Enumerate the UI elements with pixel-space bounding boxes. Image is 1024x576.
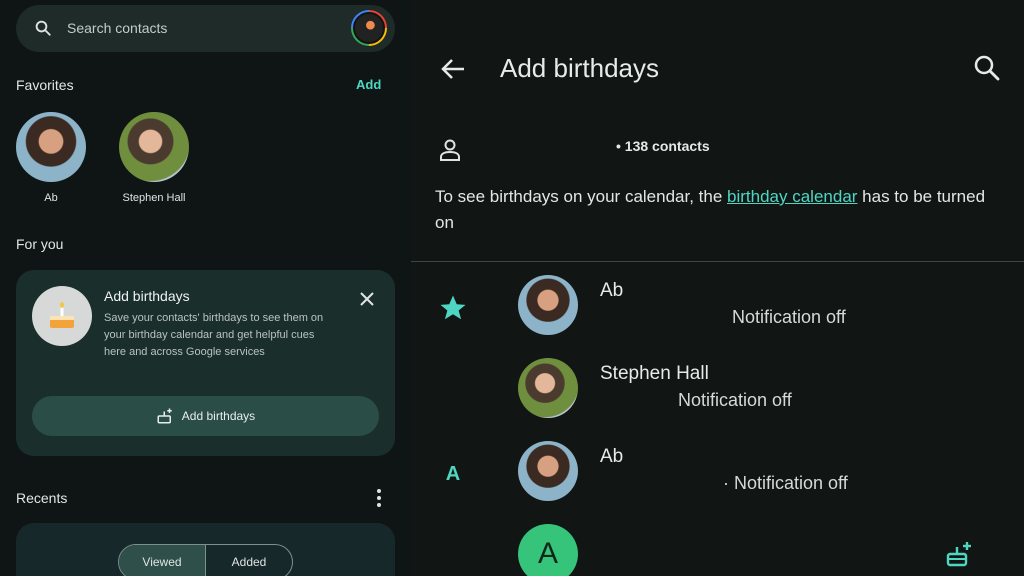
card-title: Add birthdays — [104, 288, 190, 304]
contact-row[interactable]: A Ab · Notification off — [411, 441, 1024, 521]
add-birthdays-pane: Add birthdays • 138 contacts To see birt… — [411, 0, 1024, 576]
contact-row[interactable]: Ab Notification off — [411, 275, 1024, 355]
contact-photo — [119, 112, 189, 182]
card-description: Save your contacts' birthdays to see the… — [104, 312, 324, 358]
more-vert-icon[interactable] — [370, 488, 388, 508]
contact-photo — [518, 275, 578, 335]
contact-row[interactable]: A — [411, 524, 1024, 576]
favorites-heading: Favorites — [16, 77, 74, 93]
recents-card: Viewed Added — [16, 523, 395, 576]
contact-name: Ab — [600, 280, 624, 301]
search-bar[interactable]: Search contacts — [16, 5, 395, 52]
favorite-contact[interactable]: Stephen Hall — [119, 112, 189, 204]
notification-status: Notification off — [678, 390, 792, 410]
close-icon[interactable] — [358, 290, 376, 308]
for-you-heading: For you — [16, 236, 64, 252]
person-icon — [440, 139, 460, 161]
recents-heading: Recents — [16, 490, 68, 506]
favorites-add-button[interactable]: Add — [356, 77, 381, 92]
add-birthday-icon — [157, 408, 172, 424]
contact-photo — [518, 441, 578, 501]
add-birthday-icon[interactable] — [945, 540, 973, 568]
account-avatar[interactable] — [351, 10, 387, 46]
add-birthdays-button-label: Add birthdays — [181, 409, 256, 423]
cake-icon — [32, 286, 92, 346]
contact-name: Stephen Hall — [600, 363, 709, 384]
add-birthdays-card: Add birthdays Save your contacts' birthd… — [16, 270, 395, 456]
divider — [411, 261, 1024, 262]
contact-photo — [16, 112, 86, 182]
birthday-calendar-info: To see birthdays on your calendar, the b… — [435, 184, 995, 236]
favorite-name: Ab — [44, 192, 58, 204]
contact-letter-avatar: A — [518, 524, 578, 576]
contacts-count: • 138 contacts — [616, 138, 710, 154]
notification-status: · Notification off — [723, 473, 848, 493]
contacts-home-pane: Search contacts Favorites Add Ab Stephen… — [0, 0, 411, 576]
segment-added[interactable]: Added — [206, 545, 292, 576]
contact-photo — [518, 358, 578, 418]
section-letter: A — [445, 462, 461, 485]
search-placeholder: Search contacts — [67, 20, 168, 36]
page-title: Add birthdays — [500, 53, 659, 83]
segment-viewed[interactable]: Viewed — [119, 545, 206, 576]
info-text-prefix: To see birthdays on your calendar, the — [435, 187, 728, 206]
favorite-name: Stephen Hall — [122, 192, 186, 204]
star-icon — [438, 293, 468, 323]
back-arrow-icon[interactable] — [439, 55, 467, 83]
birthday-calendar-link[interactable]: birthday calendar — [727, 187, 857, 206]
recents-segmented-control: Viewed Added — [118, 544, 293, 576]
contact-row[interactable]: Stephen Hall Notification off — [411, 358, 1024, 438]
notification-status: Notification off — [732, 307, 846, 327]
contact-name: Ab — [600, 446, 624, 467]
search-icon[interactable] — [973, 54, 1001, 82]
add-birthdays-button[interactable]: Add birthdays — [32, 396, 379, 436]
search-icon — [35, 20, 51, 36]
favorite-contact[interactable]: Ab — [16, 112, 86, 204]
